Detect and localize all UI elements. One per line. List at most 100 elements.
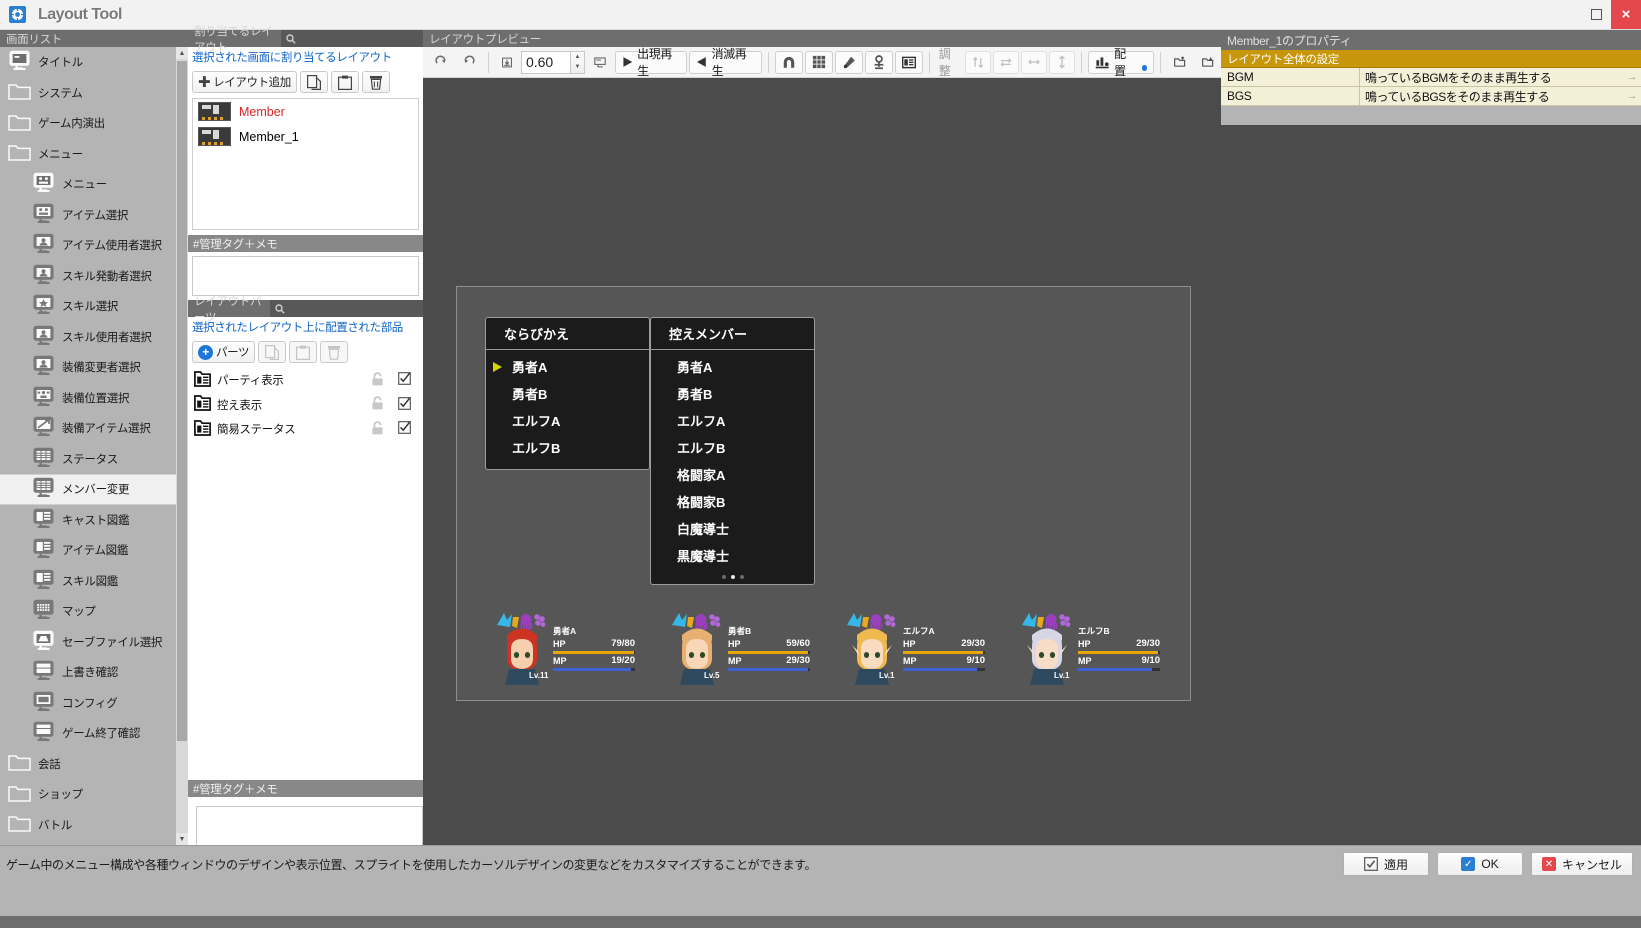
layout-list-item[interactable]: Member [193, 99, 418, 124]
preview-canvas[interactable]: ならびかえ 勇者A勇者BエルフAエルフB 控えメンバー 勇者A勇者BエルフAエル… [423, 78, 1221, 845]
party-status-strip[interactable]: 勇者AHP79/80MP19/20Lv.11勇者BHP59/60MP29/30L… [477, 605, 1177, 695]
sidebar-item-13[interactable]: ステータス [0, 444, 188, 475]
copy-layout-button[interactable] [300, 71, 328, 93]
party-member-slot[interactable]: 勇者AHP79/80MP19/20Lv.11 [477, 605, 652, 695]
sidebar-item-16[interactable]: アイテム図鑑 [0, 535, 188, 566]
party-member-slot[interactable]: エルフBHP29/30MP9/10Lv.1 [1002, 605, 1177, 695]
game-window-reserve[interactable]: 控えメンバー 勇者A勇者BエルフAエルフB格闘家A格闘家B白魔導士黒魔導士 [650, 317, 815, 585]
reserve-item[interactable]: 格闘家B [651, 488, 814, 515]
parts-memo-input[interactable] [196, 806, 423, 846]
properties-rows[interactable]: BGM鳴っているBGMをそのまま再生する→BGS鳴っているBGSをそのまま再生す… [1221, 68, 1641, 106]
sidebar-item-18[interactable]: マップ [0, 596, 188, 627]
checkbox-checked-icon[interactable] [398, 421, 411, 437]
sidebar-item-2[interactable]: ゲーム内演出 [0, 108, 188, 139]
reserve-item[interactable]: 格闘家A [651, 461, 814, 488]
sidebar-item-12[interactable]: 装備アイテム選択 [0, 413, 188, 444]
reserve-item[interactable]: 黒魔導士 [651, 542, 814, 569]
reserve-item[interactable]: 勇者A [651, 353, 814, 380]
add-part-button[interactable]: + パーツ [192, 341, 255, 363]
swap-button[interactable] [993, 51, 1019, 74]
sidebar-item-22[interactable]: ゲーム終了確認 [0, 718, 188, 749]
page-dot[interactable] [731, 575, 735, 579]
sidebar-item-23[interactable]: 会話 [0, 749, 188, 780]
reorder-item[interactable]: 勇者B [486, 380, 649, 407]
layout-parts-list[interactable]: パーティ表示控え表示簡易ステータス [188, 368, 423, 442]
redo-button[interactable] [428, 51, 454, 74]
part-list-item[interactable]: 控え表示 [188, 393, 423, 418]
property-row[interactable]: BGS鳴っているBGSをそのまま再生する→ [1221, 87, 1641, 106]
scroll-up-arrow[interactable]: ▲ [176, 47, 188, 59]
arrange-button[interactable]: 配置 [1088, 51, 1154, 74]
fit-to-screen-button[interactable] [495, 51, 519, 74]
copy-part-button[interactable] [258, 341, 286, 363]
sidebar-item-4[interactable]: メニュー [0, 169, 188, 200]
add-layout-button[interactable]: ✚ レイアウト追加 [192, 71, 297, 93]
stretch-vertical-button[interactable] [1049, 51, 1075, 74]
page-dot[interactable] [722, 575, 726, 579]
anchor-point-button[interactable] [865, 51, 893, 74]
zoom-input[interactable]: 0.60 [521, 51, 571, 74]
paste-part-button[interactable] [289, 341, 317, 363]
chevron-right-icon[interactable]: → [1627, 71, 1638, 83]
reserve-page-dots[interactable] [651, 569, 814, 584]
sidebar-item-19[interactable]: セーブファイル選択 [0, 627, 188, 658]
ok-button[interactable]: ✓ OK [1437, 852, 1523, 876]
layout-stage[interactable]: ならびかえ 勇者A勇者BエルフAエルフB 控えメンバー 勇者A勇者BエルフAエル… [456, 286, 1191, 701]
unlock-icon[interactable] [371, 396, 384, 413]
sidebar-item-14[interactable]: メンバー変更 [0, 474, 188, 505]
property-row[interactable]: BGM鳴っているBGMをそのまま再生する→ [1221, 68, 1641, 87]
layout-parts-search-input[interactable] [270, 300, 423, 317]
minimize-button[interactable] [1581, 0, 1611, 29]
magnet-snap-button[interactable] [775, 51, 803, 74]
scroll-down-arrow[interactable]: ▼ [176, 833, 188, 845]
delete-part-button[interactable] [320, 341, 348, 363]
sidebar-item-25[interactable]: バトル [0, 810, 188, 841]
pen-tool-button[interactable] [835, 51, 863, 74]
sidebar-item-10[interactable]: 装備変更者選択 [0, 352, 188, 383]
apply-button[interactable]: 適用 [1343, 852, 1429, 876]
scroll-thumb[interactable] [177, 61, 187, 741]
vanish-play-button[interactable]: 消滅再生 [689, 51, 761, 74]
sidebar-item-24[interactable]: ショップ [0, 779, 188, 810]
undo-button[interactable] [456, 51, 482, 74]
reorder-item[interactable]: 勇者A [486, 353, 649, 380]
game-window-reorder[interactable]: ならびかえ 勇者A勇者BエルフAエルフB [485, 317, 650, 470]
appear-play-button[interactable]: 出現再生 [615, 51, 687, 74]
sidebar-item-21[interactable]: コンフィグ [0, 688, 188, 719]
cancel-button[interactable]: ✕ キャンセル [1531, 852, 1633, 876]
property-value[interactable]: 鳴っているBGSをそのまま再生する→ [1360, 87, 1641, 105]
assigned-layout-list[interactable]: MemberMember_1 [192, 98, 419, 230]
delete-layout-button[interactable] [362, 71, 390, 93]
unlock-icon[interactable] [371, 372, 384, 389]
page-dot[interactable] [740, 575, 744, 579]
sidebar-item-5[interactable]: アイテム選択 [0, 200, 188, 231]
screen-list[interactable]: タイトルシステムゲーム内演出メニューメニューアイテム選択アイテム使用者選択スキル… [0, 47, 188, 845]
frame-layout-button[interactable] [895, 51, 923, 74]
reserve-item[interactable]: 白魔導士 [651, 515, 814, 542]
reserve-item[interactable]: 勇者B [651, 380, 814, 407]
sidebar-item-0[interactable]: タイトル [0, 47, 188, 78]
sidebar-item-1[interactable]: システム [0, 78, 188, 109]
reorder-item[interactable]: エルフA [486, 407, 649, 434]
screen-list-scrollbar[interactable]: ▲ ▼ [176, 47, 188, 845]
assigned-layout-search-input[interactable] [281, 30, 423, 47]
sidebar-item-3[interactable]: メニュー [0, 139, 188, 170]
import-layout-button[interactable] [1167, 51, 1193, 74]
layout-list-item[interactable]: Member_1 [193, 124, 418, 149]
reserve-item-list[interactable]: 勇者A勇者BエルフAエルフB格闘家A格闘家B白魔導士黒魔導士 [651, 350, 814, 569]
checkbox-checked-icon[interactable] [398, 372, 411, 388]
sidebar-item-8[interactable]: スキル選択 [0, 291, 188, 322]
reserve-item[interactable]: エルフB [651, 434, 814, 461]
sidebar-item-7[interactable]: スキル発動者選択 [0, 261, 188, 292]
property-value[interactable]: 鳴っているBGMをそのまま再生する→ [1360, 68, 1641, 86]
part-list-item[interactable]: パーティ表示 [188, 368, 423, 393]
unlock-icon[interactable] [371, 421, 384, 438]
reorder-item-list[interactable]: 勇者A勇者BエルフAエルフB [486, 350, 649, 469]
zoom-stepper[interactable]: ▲ ▼ [571, 51, 585, 74]
assigned-memo-input[interactable] [192, 256, 419, 296]
part-list-item[interactable]: 簡易ステータス [188, 417, 423, 442]
paste-layout-button[interactable] [331, 71, 359, 93]
reorder-item[interactable]: エルフB [486, 434, 649, 461]
party-member-slot[interactable]: エルフAHP29/30MP9/10Lv.1 [827, 605, 1002, 695]
align-vertical-button[interactable] [965, 51, 991, 74]
